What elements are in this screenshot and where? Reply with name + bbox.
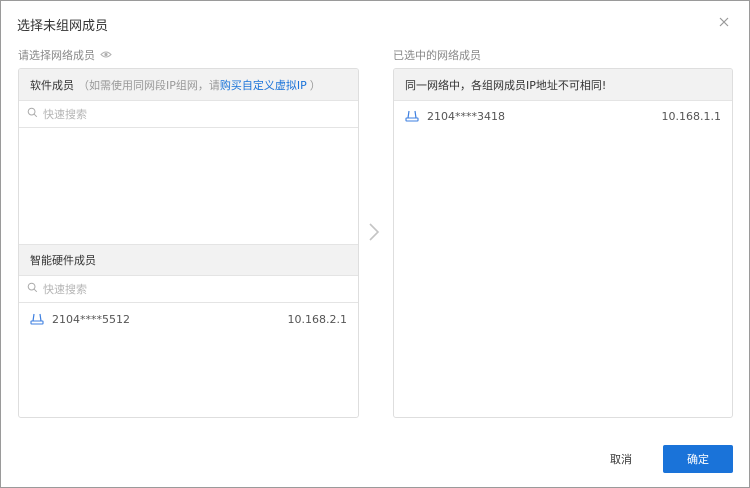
left-column-label-text: 请选择网络成员 xyxy=(18,49,95,62)
software-members-header: 软件成员 （如需使用同网段IP组网，请 购买自定义虚拟IP ） xyxy=(19,69,358,101)
member-ip: 10.168.1.1 xyxy=(661,109,721,123)
selected-notice-header: 同一网络中，各组网成员IP地址不可相同! xyxy=(394,69,732,101)
buy-custom-ip-link[interactable]: 购买自定义虚拟IP xyxy=(220,77,307,93)
right-column-label: 已选中的网络成员 xyxy=(393,49,481,62)
software-members-hint-end: ） xyxy=(309,78,321,92)
software-members-title: 软件成员 xyxy=(30,78,74,92)
member-id: 2104****5512 xyxy=(52,312,130,326)
close-icon[interactable] xyxy=(717,15,731,29)
software-members-hint: （如需使用同网段IP组网，请 xyxy=(78,78,220,92)
confirm-button[interactable]: 确定 xyxy=(663,445,733,473)
search-icon xyxy=(27,282,38,296)
cancel-button[interactable]: 取消 xyxy=(597,445,645,473)
hardware-search-input[interactable] xyxy=(43,282,323,296)
ip-uniqueness-notice: 同一网络中，各组网成员IP地址不可相同! xyxy=(405,78,607,92)
search-icon xyxy=(27,107,38,121)
left-column-label: 请选择网络成员 xyxy=(18,47,112,63)
select-members-dialog: 选择未组网成员 请选择网络成员 已选中的网络成员 软件成员 （如需使用同网段IP… xyxy=(0,0,750,488)
dialog-title: 选择未组网成员 xyxy=(17,19,109,34)
router-icon xyxy=(405,110,419,125)
selected-members-panel: 同一网络中，各组网成员IP地址不可相同! 2104****3418 10.168… xyxy=(393,68,733,418)
software-search-input[interactable] xyxy=(43,107,323,121)
hardware-members-title: 智能硬件成员 xyxy=(30,254,96,267)
software-members-list xyxy=(19,128,358,245)
member-ip: 10.168.2.1 xyxy=(287,312,347,326)
chevron-right-icon[interactable] xyxy=(368,222,380,245)
member-id: 2104****3418 xyxy=(427,109,505,123)
available-members-panel: 软件成员 （如需使用同网段IP组网，请 购买自定义虚拟IP ） 智能硬件成员 xyxy=(18,68,359,418)
list-item[interactable]: 2104****5512 10.168.2.1 xyxy=(19,305,358,333)
eye-icon[interactable] xyxy=(100,49,112,62)
hardware-members-header: 智能硬件成员 xyxy=(19,244,358,276)
hardware-search-bar xyxy=(19,276,358,303)
list-item[interactable]: 2104****3418 10.168.1.1 xyxy=(394,102,732,130)
router-icon xyxy=(30,313,44,328)
software-search-bar xyxy=(19,101,358,128)
